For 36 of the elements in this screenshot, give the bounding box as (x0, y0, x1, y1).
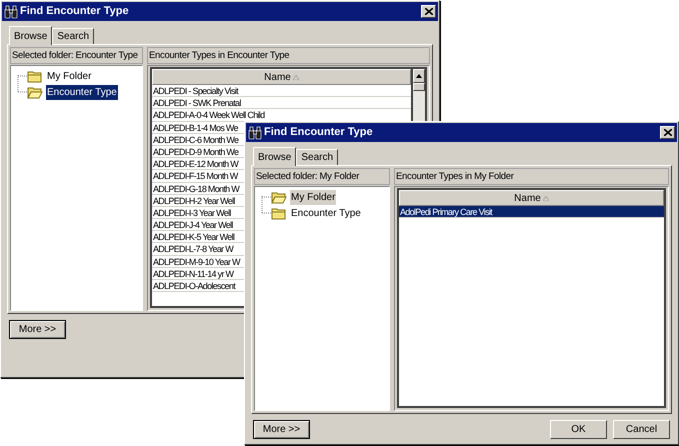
column-title: Name (514, 192, 541, 206)
window-title: Find Encounter Type (20, 4, 130, 20)
up-arrow-icon (416, 74, 422, 78)
close-icon (424, 8, 432, 15)
window-title: Find Encounter Type (264, 125, 374, 140)
table-row[interactable]: AdolPedi Primary Care Visit (399, 206, 664, 218)
folder-label: Selected folder: Encounter Type (10, 47, 143, 64)
column-header[interactable]: Name (152, 69, 411, 85)
tab[interactable]: Search (296, 149, 338, 165)
sort-ascending-icon (542, 196, 549, 200)
folder-label: Selected folder: My Folder (254, 168, 390, 185)
tree-item[interactable]: Encounter Type (290, 206, 362, 220)
close-button[interactable] (660, 126, 675, 139)
dialog-button[interactable]: Cancel (613, 420, 670, 439)
tree-item[interactable]: My Folder (290, 190, 336, 204)
column-header[interactable]: Name (399, 190, 664, 206)
list-label: Encounter Types in Encounter Type (147, 47, 430, 64)
close-icon (664, 129, 672, 136)
sort-ascending-icon (292, 74, 299, 80)
list-label: Encounter Types in My Folder (394, 168, 669, 185)
tab[interactable]: Browse (9, 26, 52, 45)
table-row[interactable]: ADLPEDI - Specialty Visit (152, 85, 411, 98)
tab[interactable]: Search (52, 28, 94, 44)
tree-item[interactable]: Encounter Type (46, 84, 118, 100)
column-title: Name (264, 70, 291, 84)
tab[interactable]: Browse (253, 147, 296, 166)
binoculars-icon (248, 126, 262, 140)
tree-item[interactable]: My Folder (46, 68, 92, 84)
more-button[interactable]: More >> (253, 420, 310, 439)
binoculars-icon (4, 4, 18, 18)
dialog-button[interactable]: OK (550, 420, 607, 439)
scroll-up-button[interactable] (413, 69, 425, 83)
close-button[interactable] (421, 5, 436, 18)
table-row[interactable]: ADLPEDI - SWK Prenatal (152, 97, 411, 110)
more-button[interactable]: More >> (9, 320, 66, 339)
scroll-thumb[interactable] (413, 83, 425, 91)
